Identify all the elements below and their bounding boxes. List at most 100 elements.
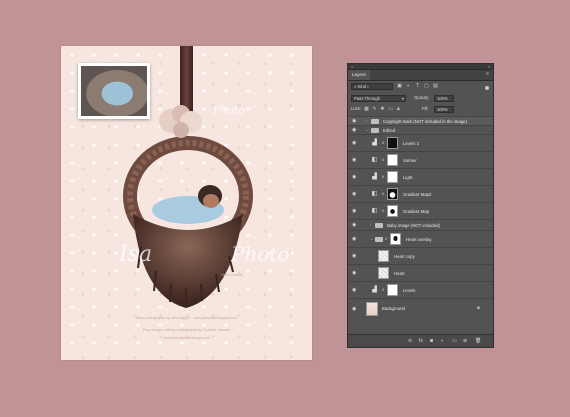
- watermark-top: Photo: [213, 104, 246, 117]
- layer-row[interactable]: ◉ ▟ 8 Levels 2: [348, 134, 493, 151]
- opacity-value: 100%: [437, 96, 448, 101]
- visibility-eye-icon[interactable]: ◉: [352, 157, 356, 163]
- fill-label: Fill:: [422, 106, 429, 111]
- layer-name: Varmer: [403, 158, 417, 163]
- layer-row[interactable]: ◉ › Copyright mark (NOT included in the …: [348, 116, 493, 125]
- layers-panel: × » Layers ≡ ⌕ Kind ▾ ▣ ◐ T ▢ ▤ Pass Thr…: [347, 63, 494, 348]
- link-icon: 8: [385, 236, 388, 241]
- fill-field[interactable]: 100%: [434, 106, 454, 113]
- layer-row[interactable]: ◉ ⌄ 8 Heart overlay: [348, 230, 493, 247]
- layer-mask-thumbnail: [387, 284, 398, 296]
- visibility-eye-icon[interactable]: ◉: [352, 127, 356, 133]
- lock-label: Lock:: [351, 106, 362, 111]
- credit-line-3: www.isabellphotodesign.com: [163, 336, 210, 340]
- gradient-map-icon: ◧: [371, 208, 378, 214]
- layer-mask-thumbnail: [387, 137, 398, 149]
- chevron-right-icon[interactable]: ›: [366, 118, 367, 124]
- layer-name: Levels: [403, 288, 416, 293]
- link-icon: 8: [382, 174, 385, 179]
- smart-object-filter-icon[interactable]: ▤: [433, 84, 438, 89]
- visibility-eye-icon[interactable]: ◉: [352, 253, 356, 259]
- layer-row[interactable]: ◉ ◧ 8 Varmer: [348, 151, 493, 168]
- shape-filter-icon[interactable]: ▢: [424, 84, 429, 89]
- layer-row[interactable]: ◉ ▟ 8 Levels: [348, 281, 493, 298]
- visibility-eye-icon[interactable]: ◉: [352, 208, 356, 214]
- link-icon: 8: [382, 140, 385, 145]
- layer-row[interactable]: ◉ ◧ 8 Gradient Map2: [348, 185, 493, 202]
- fx-icon[interactable]: fx: [419, 337, 423, 345]
- collapse-icon[interactable]: »: [488, 64, 490, 69]
- adjustment-filter-icon[interactable]: ◐: [406, 84, 411, 89]
- layer-name: Background: [382, 306, 405, 311]
- layer-mask-thumbnail: [390, 233, 401, 245]
- opacity-field[interactable]: 100%: [434, 95, 454, 102]
- visibility-eye-icon[interactable]: ◉: [352, 306, 356, 312]
- blend-mode-value: Pass Through: [354, 96, 380, 101]
- chevron-right-icon[interactable]: ›: [370, 222, 371, 228]
- layer-mask-thumbnail: [387, 205, 398, 217]
- folder-icon: [371, 119, 379, 124]
- layer-mask-thumbnail: [387, 154, 398, 166]
- link-layers-icon[interactable]: ⊖: [408, 337, 412, 345]
- new-adjustment-icon[interactable]: ◐: [441, 337, 444, 345]
- chevron-down-icon[interactable]: ⌄: [370, 236, 373, 242]
- hanging-wreath-artwork: [123, 105, 253, 308]
- visibility-eye-icon[interactable]: ◉: [352, 118, 356, 124]
- chevron-down-icon[interactable]: ⌄: [366, 127, 369, 133]
- lock-icon: 🔒︎: [477, 305, 480, 311]
- panel-menu-icon[interactable]: ≡: [486, 72, 489, 77]
- visibility-eye-icon[interactable]: ◉: [352, 174, 356, 180]
- link-icon: 8: [382, 208, 385, 213]
- gradient-map-icon: ◧: [371, 191, 378, 197]
- add-mask-icon[interactable]: ◙: [430, 337, 433, 345]
- visibility-eye-icon[interactable]: ◉: [352, 191, 356, 197]
- link-icon: 8: [382, 157, 385, 162]
- layer-name: Gradient Map2: [403, 192, 432, 197]
- layer-name: Gradient Map: [403, 209, 430, 214]
- layer-row[interactable]: ◉ › Baby image (NOT included): [348, 219, 493, 230]
- layer-row[interactable]: ◉ ▟ 8 Light: [348, 168, 493, 185]
- link-icon: 8: [382, 287, 385, 292]
- layer-name: Levels 2: [403, 141, 420, 146]
- filter-toggle[interactable]: [485, 86, 489, 90]
- panel-tabbar: Layers ≡: [348, 70, 493, 81]
- levels-icon: ▟: [372, 174, 377, 180]
- folder-icon: [375, 237, 383, 242]
- visibility-eye-icon[interactable]: ◉: [352, 222, 356, 228]
- panel-footer: ⊖ fx ◙ ◐ ▭ ⊕ 🗑︎: [348, 334, 493, 347]
- visibility-eye-icon[interactable]: ◉: [352, 236, 356, 242]
- trash-icon[interactable]: 🗑︎: [475, 337, 481, 345]
- layer-name: Heart copy: [394, 254, 415, 259]
- new-group-icon[interactable]: ▭: [452, 337, 457, 345]
- layer-row[interactable]: ◉ ◧ 8 Gradient Map: [348, 202, 493, 219]
- layer-mask-thumbnail: [387, 188, 398, 200]
- lock-image-icon[interactable]: ✎: [372, 107, 377, 112]
- layer-row[interactable]: ◉ ⌄ Edited: [348, 125, 493, 134]
- lock-artboard-icon[interactable]: ▭: [388, 107, 393, 112]
- visibility-eye-icon[interactable]: ◉: [352, 270, 356, 276]
- lock-all-icon[interactable]: 🔒︎: [396, 107, 401, 112]
- lock-position-icon[interactable]: ✥: [380, 107, 385, 112]
- pixel-filter-icon[interactable]: ▣: [397, 84, 402, 89]
- blend-mode-select[interactable]: Pass Through ▾: [351, 95, 406, 102]
- kind-filter-select[interactable]: ⌕ Kind ▾: [351, 83, 393, 90]
- lock-transparent-icon[interactable]: ▦: [364, 107, 369, 112]
- layer-row[interactable]: ◉ Background 🔒︎: [348, 298, 493, 318]
- lock-row: Lock: ▦ ✎ ✥ ▭ 🔒︎ Fill: 100%: [348, 105, 493, 114]
- visibility-eye-icon[interactable]: ◉: [352, 140, 356, 146]
- watermark-bottom-right: Photo: [231, 242, 290, 266]
- layer-row[interactable]: ◉ Heart: [348, 264, 493, 281]
- layer-name: Heart overlay: [406, 237, 432, 242]
- close-icon[interactable]: ×: [351, 64, 353, 69]
- new-layer-icon[interactable]: ⊕: [463, 337, 467, 345]
- tab-layers[interactable]: Layers: [348, 70, 370, 80]
- fill-value: 100%: [437, 107, 448, 112]
- type-filter-icon[interactable]: T: [415, 84, 420, 89]
- visibility-eye-icon[interactable]: ◉: [352, 287, 356, 293]
- layer-row[interactable]: ◉ Heart copy: [348, 247, 493, 264]
- layer-name: Heart: [394, 271, 405, 276]
- layer-thumbnail: [378, 250, 389, 262]
- layer-thumbnail: [378, 267, 389, 279]
- levels-icon: ▟: [372, 287, 377, 293]
- filter-row: ⌕ Kind ▾ ▣ ◐ T ▢ ▤: [348, 82, 493, 91]
